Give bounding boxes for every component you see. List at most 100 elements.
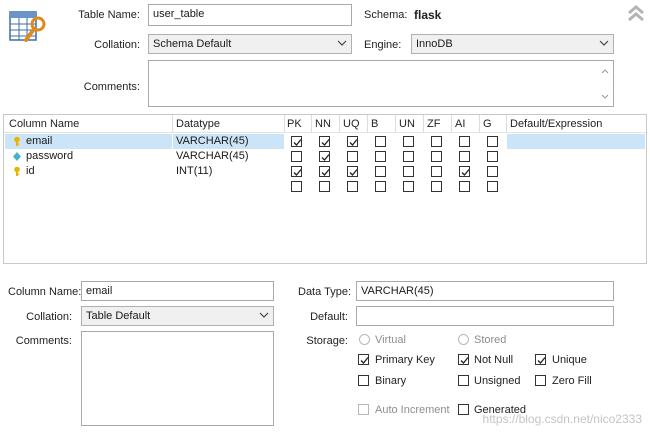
flag-g-checkbox[interactable] xyxy=(487,166,498,177)
comments-scrollbar[interactable] xyxy=(597,61,613,106)
cell-datatype[interactable]: VARCHAR(45) xyxy=(176,135,249,147)
grid-header: Column Name Datatype PK NN UQ B UN ZF AI… xyxy=(4,115,646,133)
primary-key-label: Primary Key xyxy=(375,354,435,366)
collation-label: Collation: xyxy=(94,39,140,51)
data-type-input[interactable]: VARCHAR(45) xyxy=(356,281,614,301)
flag-uq-checkbox[interactable] xyxy=(347,136,358,147)
header-column-name[interactable]: Column Name xyxy=(9,118,79,130)
not-null-checkbox[interactable] xyxy=(458,354,469,365)
flag-ai-checkbox[interactable] xyxy=(459,136,470,147)
column-name-input[interactable]: email xyxy=(81,281,274,301)
flag-g-checkbox[interactable] xyxy=(487,181,498,192)
header-uq[interactable]: UQ xyxy=(343,118,360,130)
zero-fill-checkbox[interactable] xyxy=(535,375,546,386)
comments-label: Comments: xyxy=(83,81,140,93)
zero-fill-label: Zero Fill xyxy=(552,375,592,387)
table-row[interactable]: password VARCHAR(45) xyxy=(4,149,646,164)
diamond-icon xyxy=(12,151,22,162)
header-ai[interactable]: AI xyxy=(455,118,465,130)
flag-zf-checkbox[interactable] xyxy=(431,166,442,177)
cell-column-name[interactable]: password xyxy=(26,150,73,162)
header-zf[interactable]: ZF xyxy=(427,118,440,130)
flag-nn-checkbox[interactable] xyxy=(319,181,330,192)
flag-ai-checkbox[interactable] xyxy=(459,181,470,192)
table-row[interactable]: email VARCHAR(45) xyxy=(4,134,646,149)
header-pk[interactable]: PK xyxy=(287,118,302,130)
engine-value: InnoDB xyxy=(416,38,453,50)
header-un[interactable]: UN xyxy=(399,118,415,130)
header-nn[interactable]: NN xyxy=(315,118,331,130)
flag-pk-checkbox[interactable] xyxy=(291,151,302,162)
default-input[interactable] xyxy=(356,306,614,326)
table-row[interactable] xyxy=(4,179,646,194)
flag-pk-checkbox[interactable] xyxy=(291,166,302,177)
flag-un-checkbox[interactable] xyxy=(403,151,414,162)
header-default-expression[interactable]: Default/Expression xyxy=(510,118,602,130)
chevron-down-icon xyxy=(259,312,269,318)
cell-column-name[interactable]: email xyxy=(26,135,52,147)
column-comments-textarea[interactable] xyxy=(81,331,274,426)
flag-uq-checkbox[interactable] xyxy=(347,166,358,177)
header-b[interactable]: B xyxy=(371,118,378,130)
flag-b-checkbox[interactable] xyxy=(375,181,386,192)
flag-uq-checkbox[interactable] xyxy=(347,151,358,162)
collation-value: Schema Default xyxy=(153,38,232,50)
cell-datatype[interactable]: INT(11) xyxy=(176,165,212,177)
flag-nn-checkbox[interactable] xyxy=(319,151,330,162)
column-collation-select[interactable]: Table Default xyxy=(81,306,274,326)
columns-grid[interactable]: Column Name Datatype PK NN UQ B UN ZF AI… xyxy=(3,114,647,264)
double-chevron-up-icon[interactable] xyxy=(626,3,646,23)
row-selection xyxy=(507,134,645,149)
column-comments-label: Comments: xyxy=(15,335,72,347)
data-type-label: Data Type: xyxy=(298,286,351,298)
flag-nn-checkbox[interactable] xyxy=(319,166,330,177)
chevron-down-icon xyxy=(599,40,609,46)
engine-select[interactable]: InnoDB xyxy=(411,34,614,54)
flag-b-checkbox[interactable] xyxy=(375,151,386,162)
flag-zf-checkbox[interactable] xyxy=(431,151,442,162)
stored-radio[interactable] xyxy=(458,334,469,345)
schema-label: Schema: xyxy=(364,9,408,21)
flag-zf-checkbox[interactable] xyxy=(431,136,442,147)
key-icon xyxy=(12,166,22,177)
unique-checkbox[interactable] xyxy=(535,354,546,365)
flag-uq-checkbox[interactable] xyxy=(347,181,358,192)
flag-ai-checkbox[interactable] xyxy=(459,151,470,162)
flag-ai-checkbox[interactable] xyxy=(459,166,470,177)
flag-nn-checkbox[interactable] xyxy=(319,136,330,147)
flag-un-checkbox[interactable] xyxy=(403,136,414,147)
chevron-down-icon xyxy=(337,40,347,46)
generated-checkbox[interactable] xyxy=(458,404,469,415)
flag-zf-checkbox[interactable] xyxy=(431,181,442,192)
table-name-input[interactable]: user_table xyxy=(148,4,352,26)
virtual-radio[interactable] xyxy=(359,334,370,345)
flag-b-checkbox[interactable] xyxy=(375,136,386,147)
not-null-label: Not Null xyxy=(474,354,514,366)
flag-b-checkbox[interactable] xyxy=(375,166,386,177)
auto-increment-checkbox[interactable] xyxy=(358,404,369,415)
column-collation-value: Table Default xyxy=(86,310,151,322)
flag-pk-checkbox[interactable] xyxy=(291,181,302,192)
binary-checkbox[interactable] xyxy=(358,375,369,386)
default-label: Default: xyxy=(310,311,348,323)
unsigned-checkbox[interactable] xyxy=(458,375,469,386)
collation-select[interactable]: Schema Default xyxy=(148,34,352,54)
flag-g-checkbox[interactable] xyxy=(487,151,498,162)
auto-increment-label: Auto Increment xyxy=(375,404,450,416)
table-comments-textarea[interactable] xyxy=(148,60,614,107)
cell-datatype[interactable]: VARCHAR(45) xyxy=(176,150,249,162)
virtual-label: Virtual xyxy=(375,334,406,346)
primary-key-checkbox[interactable] xyxy=(358,354,369,365)
header-g[interactable]: G xyxy=(483,118,492,130)
header-datatype[interactable]: Datatype xyxy=(176,118,220,130)
cell-column-name[interactable]: id xyxy=(26,165,35,177)
table-row[interactable]: id INT(11) xyxy=(4,164,646,179)
flag-pk-checkbox[interactable] xyxy=(291,136,302,147)
flag-un-checkbox[interactable] xyxy=(403,181,414,192)
flag-g-checkbox[interactable] xyxy=(487,136,498,147)
storage-label: Storage: xyxy=(306,335,348,347)
flag-un-checkbox[interactable] xyxy=(403,166,414,177)
key-icon xyxy=(12,136,22,147)
column-collation-label: Collation: xyxy=(26,311,72,323)
column-name-label: Column Name: xyxy=(8,286,82,298)
